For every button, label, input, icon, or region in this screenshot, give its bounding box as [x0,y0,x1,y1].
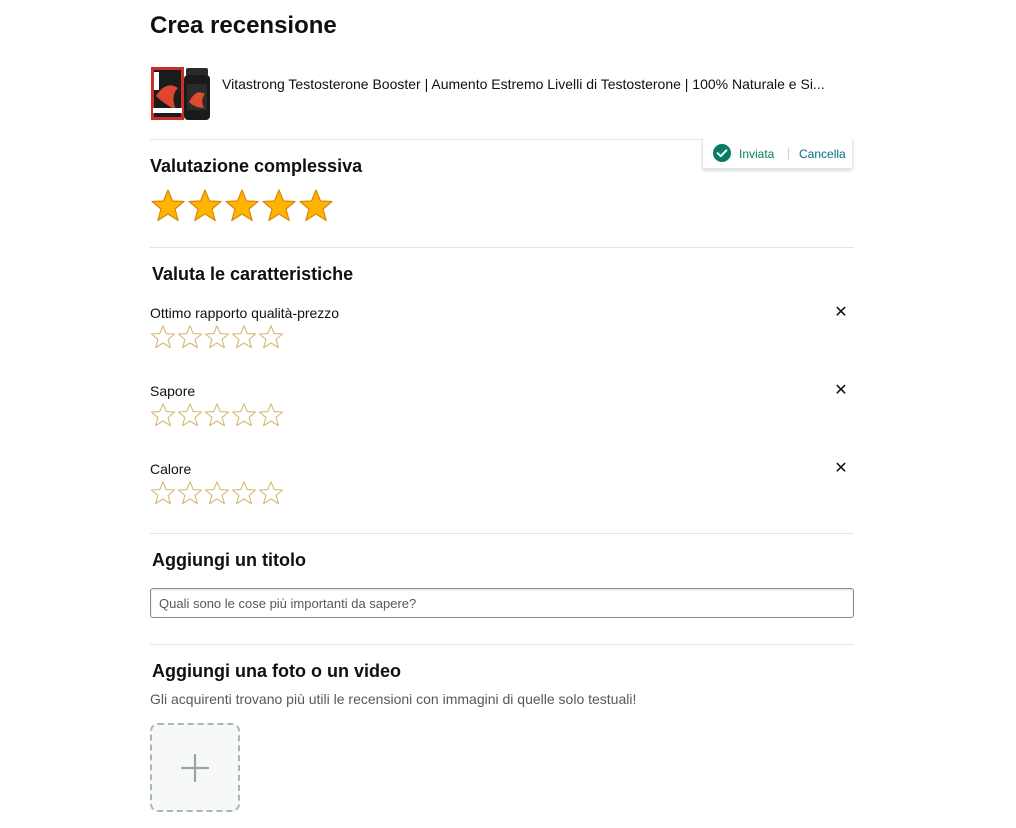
star-icon-empty[interactable] [150,324,176,350]
overall-rating-heading: Valutazione complessiva [150,156,363,176]
feature-label: Ottimo rapporto qualità-prezzo [150,305,340,321]
star-icon-filled[interactable] [150,188,186,224]
media-hint-text: Gli acquirenti trovano più utili le rece… [150,691,637,707]
add-title-heading: Aggiungi un titolo [152,550,306,570]
plus-icon [181,754,209,782]
star-icon-filled[interactable] [187,188,223,224]
features-heading: Valuta le caratteristiche [152,264,354,284]
review-title-input[interactable] [150,588,854,618]
product-summary: Vitastrong Testosterone Booster | Aument… [150,64,854,122]
star-icon-empty[interactable] [150,402,176,428]
star-icon-empty[interactable] [204,402,230,428]
feature-rating-row: Ottimo rapporto qualità-prezzo ✕ [150,304,854,364]
cancel-link[interactable]: Cancella [799,146,846,162]
feature-label: Calore [150,461,192,477]
star-icon-empty[interactable] [177,480,203,506]
feature-stars [150,402,284,428]
star-icon-empty[interactable] [177,324,203,350]
feature-rating-row: Calore ✕ [150,460,854,520]
star-icon-empty[interactable] [150,480,176,506]
feature-stars [150,324,284,350]
add-media-upload-button[interactable] [150,723,240,812]
check-circle-icon [713,144,731,162]
product-thumbnail [151,67,210,120]
product-name: Vitastrong Testosterone Booster | Aument… [222,76,825,92]
star-icon-empty[interactable] [231,480,257,506]
clear-rating-close-icon[interactable]: ✕ [830,382,852,400]
add-media-heading: Aggiungi una foto o un video [152,661,401,681]
feature-stars [150,480,284,506]
star-icon-filled[interactable] [298,188,334,224]
star-icon-filled[interactable] [224,188,260,224]
star-icon-empty[interactable] [177,402,203,428]
star-icon-empty[interactable] [204,324,230,350]
star-icon-empty[interactable] [258,480,284,506]
divider [150,247,854,248]
saved-status-text: Inviata [739,147,775,161]
overall-rating-stars [150,188,334,224]
clear-rating-close-icon[interactable]: ✕ [830,460,852,478]
divider [150,644,854,645]
star-icon-empty[interactable] [258,324,284,350]
clear-rating-close-icon[interactable]: ✕ [830,304,852,322]
feature-rating-row: Sapore ✕ [150,382,854,442]
saved-status-popover: Inviata | Cancella [702,139,853,169]
feature-label: Sapore [150,383,196,399]
divider [150,533,854,534]
star-icon-filled[interactable] [261,188,297,224]
star-icon-empty[interactable] [204,480,230,506]
page-title: Crea recensione [150,12,337,39]
star-icon-empty[interactable] [258,402,284,428]
star-icon-empty[interactable] [231,402,257,428]
star-icon-empty[interactable] [231,324,257,350]
separator: | [787,146,791,160]
